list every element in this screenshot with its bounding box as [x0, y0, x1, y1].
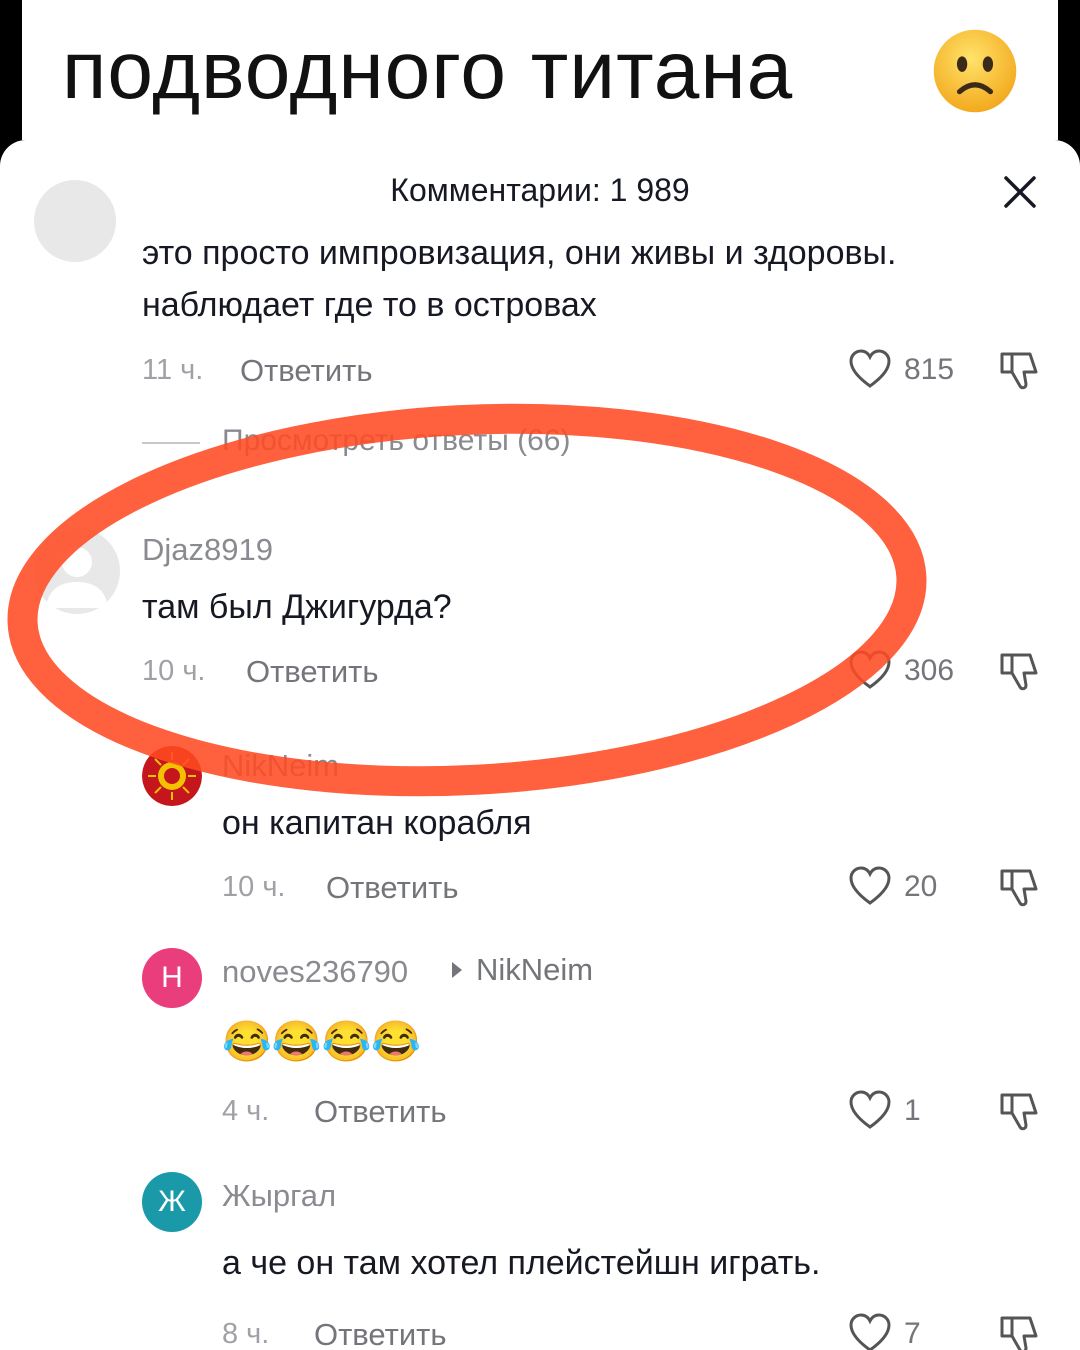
reply-username[interactable]: noves236790 [222, 954, 408, 990]
default-avatar-icon [46, 547, 108, 608]
avatar[interactable] [142, 746, 202, 806]
reply-time: 10 ч. [222, 871, 286, 903]
comments-sheet: Комментарии: 1 989 это просто импровизац… [0, 140, 1080, 1350]
reply-text: а че он там хотел плейстейшн играть. [222, 1244, 821, 1282]
comment-username[interactable]: Djaz8919 [142, 532, 273, 568]
avatar[interactable]: Ж [142, 1172, 202, 1232]
reply-to-username[interactable]: NikNeim [476, 952, 593, 988]
reply-button[interactable]: Ответить [240, 353, 373, 389]
like-count: 20 [904, 870, 938, 903]
reply-button[interactable]: Ответить [314, 1317, 447, 1350]
reply-time: 4 ч. [222, 1095, 270, 1127]
reply-text: 😂😂😂😂 [222, 1020, 422, 1064]
reply-text: он капитан корабля [222, 804, 532, 842]
like-count: 306 [904, 654, 955, 687]
view-replies-divider [142, 442, 200, 444]
avatar[interactable] [34, 180, 116, 262]
like-count: 815 [904, 353, 955, 386]
reply-to-arrow-icon [452, 962, 462, 978]
caption-area: подводного титана [0, 0, 1080, 160]
reply-time: 8 ч. [222, 1318, 270, 1350]
reply-username[interactable]: NikNeim [222, 748, 339, 784]
comment-time: 11 ч. [142, 354, 204, 386]
avatar[interactable] [34, 528, 120, 614]
like-count: 7 [904, 1317, 921, 1350]
dislike-icon[interactable] [998, 348, 1042, 392]
comment-time: 10 ч. [142, 655, 206, 687]
heart-icon[interactable] [848, 348, 892, 390]
dislike-icon[interactable] [998, 865, 1042, 909]
heart-icon[interactable] [848, 1089, 892, 1131]
dislike-icon[interactable] [998, 1312, 1042, 1350]
close-icon[interactable] [1000, 172, 1040, 212]
dislike-icon[interactable] [998, 649, 1042, 693]
avatar-letter: Н [161, 961, 183, 994]
dislike-icon[interactable] [998, 1089, 1042, 1133]
avatar[interactable]: Н [142, 948, 202, 1008]
reply-username[interactable]: Жыргал [222, 1178, 336, 1214]
reply-button[interactable]: Ответить [246, 654, 379, 690]
view-replies-link[interactable]: Просмотреть ответы (66) [222, 424, 570, 458]
comments-title: Комментарии: 1 989 [390, 172, 690, 208]
like-count: 1 [904, 1094, 921, 1127]
comment-text: там был Джигурда? [142, 588, 452, 626]
heart-icon[interactable] [848, 649, 892, 691]
comment-text-line2: наблюдает где то в островах [142, 286, 597, 324]
heart-icon[interactable] [848, 865, 892, 907]
avatar-letter: Ж [158, 1185, 186, 1218]
comment-text-line1: это просто импровизация, они живы и здор… [142, 234, 897, 272]
heart-icon[interactable] [848, 1312, 892, 1350]
worried-face-emoji [933, 29, 1017, 113]
caption-text: подводного титана [62, 25, 794, 116]
reply-button[interactable]: Ответить [326, 870, 459, 906]
reply-button[interactable]: Ответить [314, 1094, 447, 1130]
